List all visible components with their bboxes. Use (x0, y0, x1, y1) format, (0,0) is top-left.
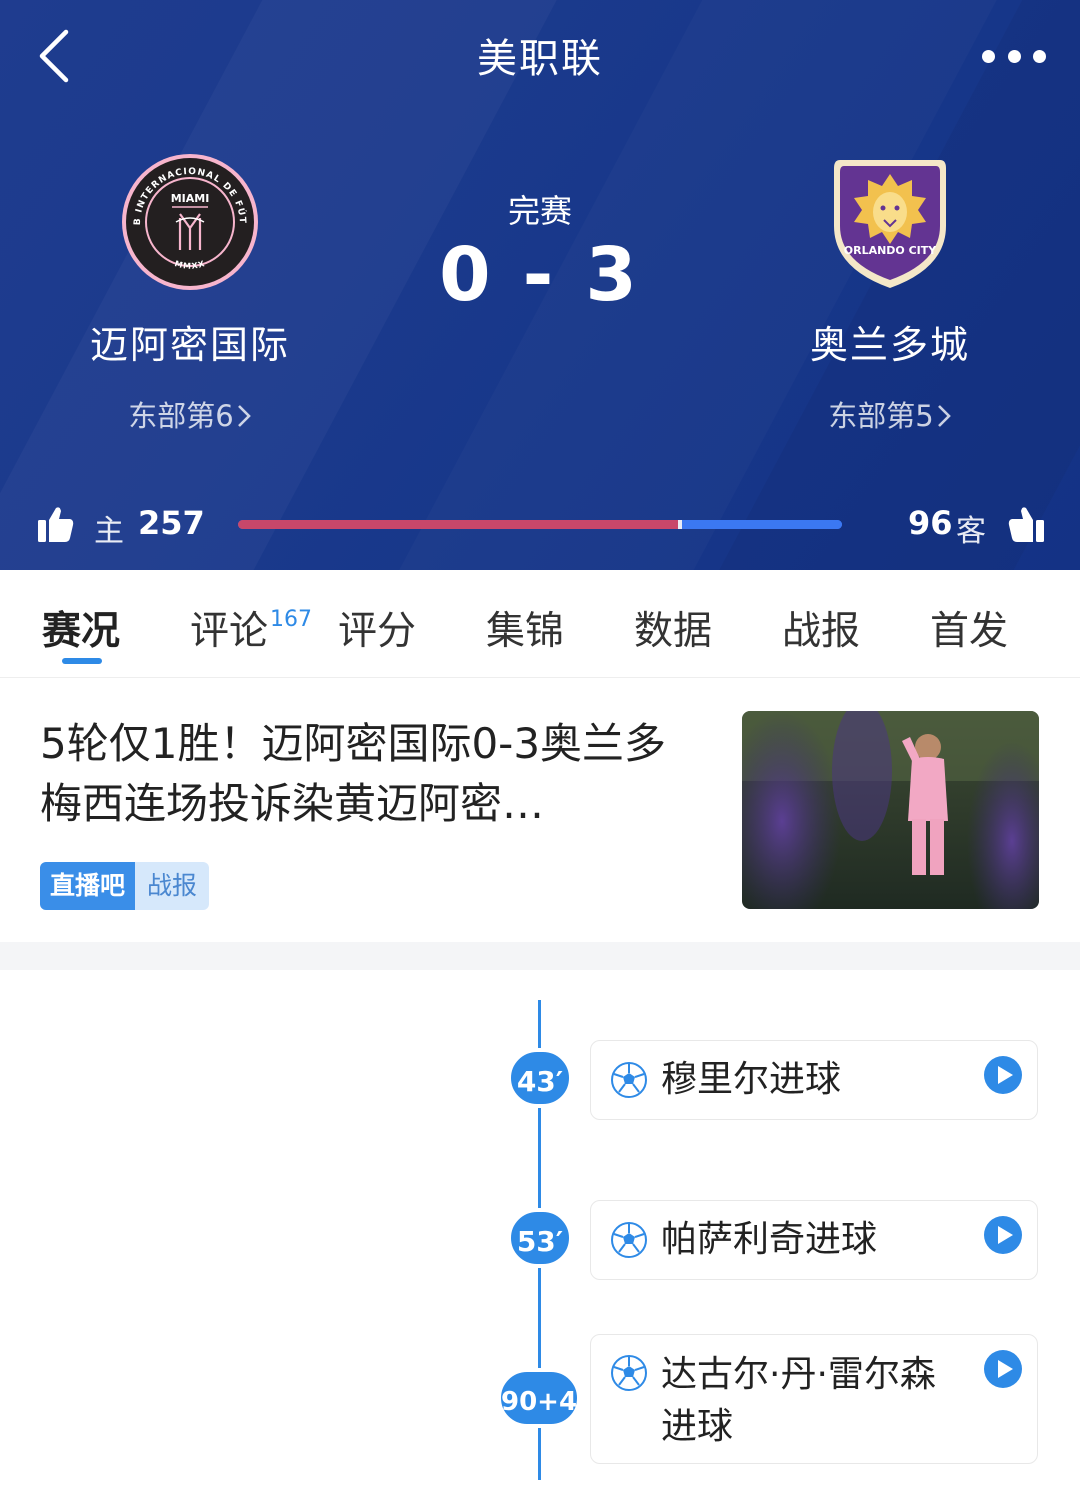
support-vote: 主 257 96 客 (0, 500, 1080, 550)
timeline-event[interactable]: 穆里尔进球 (590, 1040, 1038, 1120)
tab-ratings[interactable]: 评分 (338, 600, 416, 656)
home-team-name: 迈阿密国际 (89, 323, 290, 367)
active-tab-indicator (62, 658, 102, 664)
tab-highlights[interactable]: 集锦 (486, 600, 564, 656)
article-type: 战报 (135, 862, 210, 910)
page-title: 美职联 (477, 36, 603, 82)
dot (1007, 49, 1021, 63)
chevron-right-icon (937, 405, 951, 427)
home-team-rank-label: 东部第6 (128, 399, 234, 433)
away-vote-label: 客 (956, 514, 986, 549)
away-vote-fill (681, 520, 842, 529)
section-divider (0, 942, 1080, 970)
article-source-tag: 直播吧 战报 (40, 862, 210, 910)
timeline-event[interactable]: 帕萨利奇进球 (590, 1200, 1038, 1280)
dot (982, 49, 995, 63)
tab-comments-label: 评论 (190, 609, 269, 654)
tab-comments[interactable]: 评论167 (190, 600, 312, 656)
match-events-timeline: 43′ 穆里尔进球 53′ 帕萨利奇进球 90+4′ 达古尔·丹·雷尔森进球 (0, 970, 1080, 1502)
comment-count-badge: 167 (270, 607, 313, 632)
article-title: 5轮仅1胜！迈阿密国际0-3奥兰多 梅西连场投诉染黄迈阿密… (40, 719, 667, 828)
home-score: 0 (439, 232, 495, 318)
away-vote-count: 96 (908, 504, 953, 542)
orlando-city-logo: ORLANDO CITY (820, 152, 960, 292)
score-separator: - (522, 232, 558, 318)
thumbs-up-icon (38, 507, 74, 542)
home-vote-count: 257 (138, 504, 205, 542)
home-team-rank[interactable]: 东部第6 (20, 393, 360, 435)
timeline-event[interactable]: 达古尔·丹·雷尔森进球 (590, 1334, 1038, 1464)
soccer-ball-icon (611, 1355, 647, 1391)
chevron-right-icon (237, 405, 251, 427)
away-team[interactable]: ORLANDO CITY 奥兰多城 东部第5 (720, 152, 1060, 435)
more-menu-button[interactable] (982, 38, 1046, 74)
away-like-button[interactable] (1006, 504, 1046, 544)
vote-ratio-bar (238, 520, 842, 529)
event-minute: 53′ (507, 1208, 573, 1268)
match-tabs: 赛况 评论167 评分 集锦 数据 战报 首发 (0, 570, 1080, 678)
dot (1033, 49, 1046, 63)
home-vote-label: 主 (94, 514, 124, 549)
play-video-icon[interactable] (983, 1055, 1023, 1095)
source-brand: 直播吧 (40, 862, 136, 910)
event-description: 穆里尔进球 (661, 1059, 842, 1100)
event-description: 达古尔·丹·雷尔森进球 (661, 1354, 936, 1447)
event-minute: 43′ (507, 1048, 573, 1108)
match-report-card[interactable]: 5轮仅1胜！迈阿密国际0-3奥兰多 梅西连场投诉染黄迈阿密… 直播吧 战报 (0, 678, 1080, 942)
home-vote-fill (238, 520, 678, 529)
event-minute: 90+4′ (497, 1368, 584, 1428)
soccer-ball-icon (611, 1222, 647, 1258)
tab-report[interactable]: 战报 (782, 600, 860, 656)
away-team-name: 奥兰多城 (809, 323, 970, 367)
away-team-rank[interactable]: 东部第5 (720, 393, 1060, 435)
soccer-ball-icon (611, 1062, 647, 1098)
article-thumbnail (742, 711, 1039, 909)
svg-text:ORLANDO CITY: ORLANDO CITY (844, 244, 938, 257)
play-video-icon[interactable] (983, 1349, 1023, 1389)
tab-live[interactable]: 赛况 (42, 600, 120, 656)
event-description: 帕萨利奇进球 (661, 1219, 878, 1260)
thumbs-up-icon (1008, 507, 1044, 542)
home-like-button[interactable] (36, 504, 76, 544)
play-video-icon[interactable] (983, 1215, 1023, 1255)
tab-lineup[interactable]: 首发 (930, 600, 1008, 656)
match-header: 美职联 CLUB INTERNACIONAL DE FÚTBOL MMXX (0, 0, 1080, 570)
away-team-rank-label: 东部第5 (828, 399, 934, 433)
tab-stats[interactable]: 数据 (634, 600, 712, 656)
away-score: 3 (585, 232, 641, 318)
